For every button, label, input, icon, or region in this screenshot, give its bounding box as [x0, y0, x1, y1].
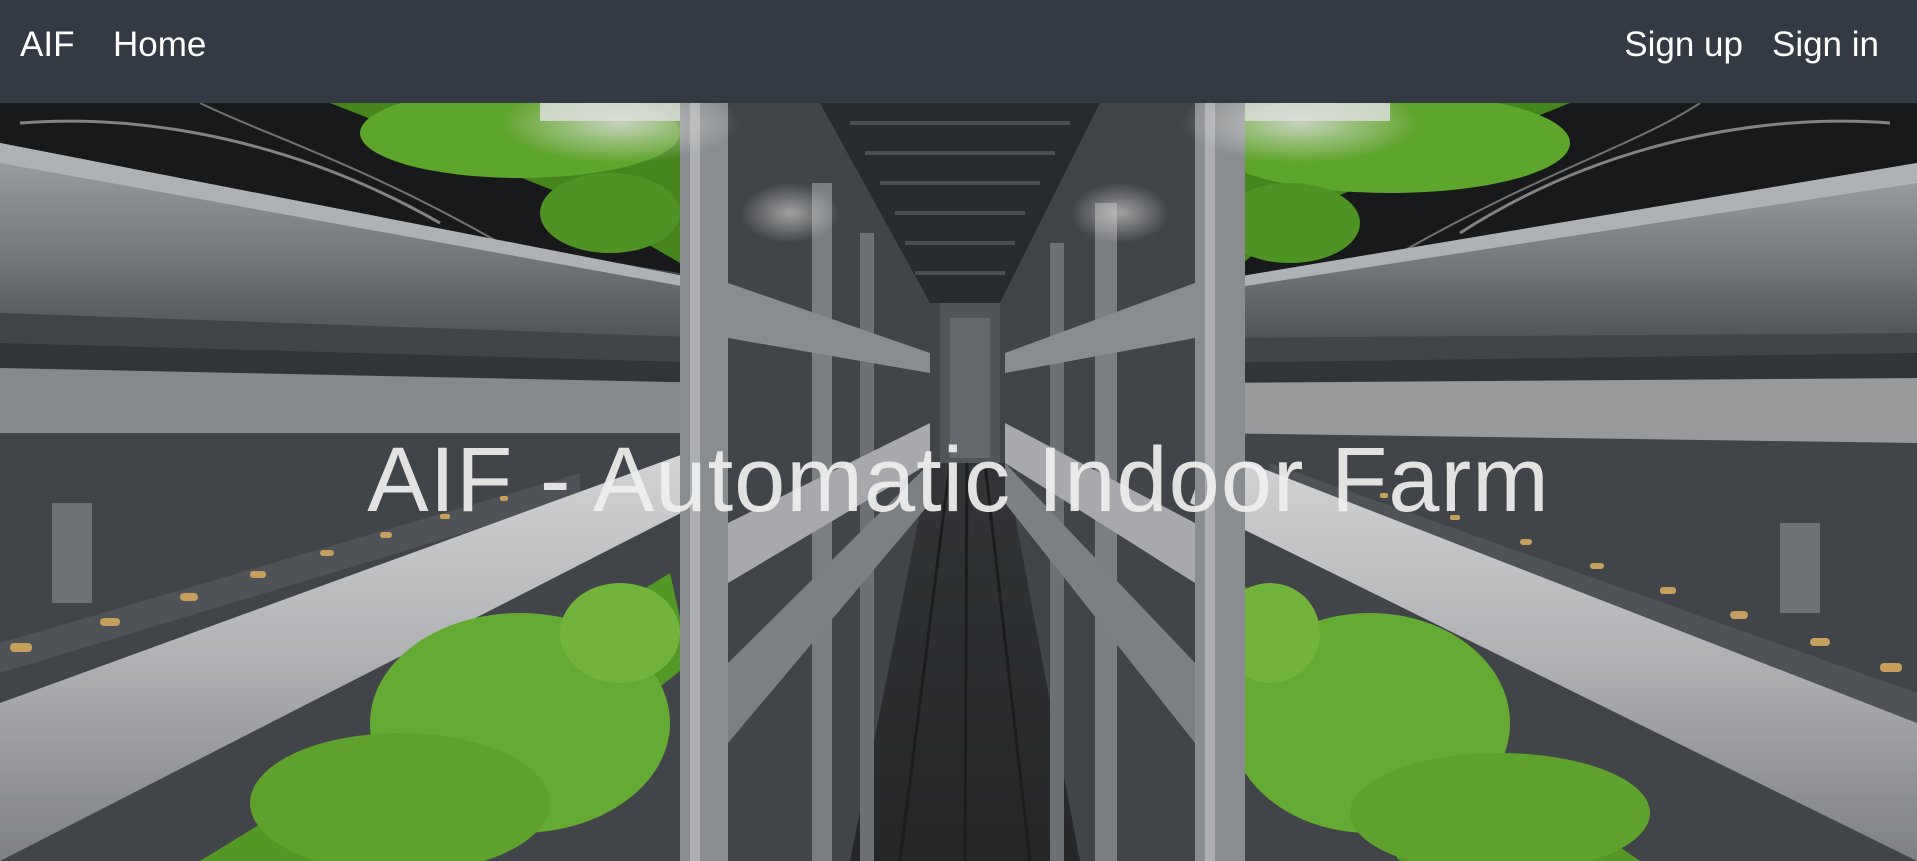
sign-up-link[interactable]: Sign up — [1624, 24, 1743, 66]
brand-link[interactable]: AIF — [20, 24, 74, 66]
hero-section: AIF - Automatic Indoor Farm — [0, 103, 1917, 861]
navbar: AIF Home Sign up Sign in — [0, 0, 1917, 103]
sign-in-link[interactable]: Sign in — [1772, 24, 1879, 66]
hero-title: AIF - Automatic Indoor Farm — [367, 429, 1550, 531]
nav-home-link[interactable]: Home — [113, 24, 206, 66]
